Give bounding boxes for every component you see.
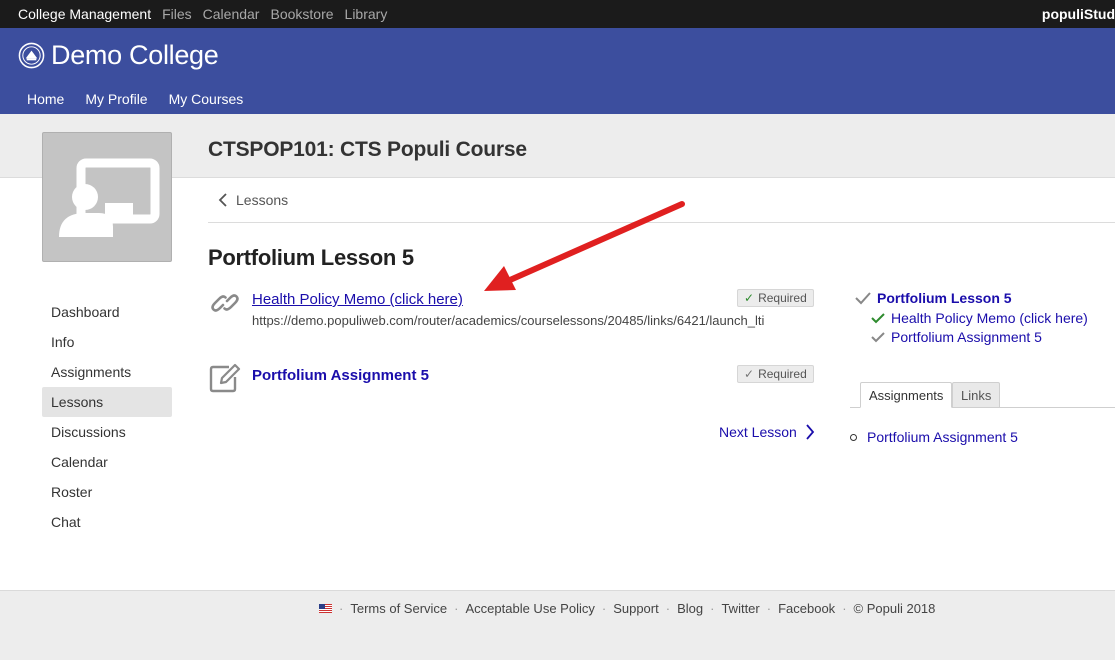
health-policy-memo-link[interactable]: Health Policy Memo (click here): [252, 291, 463, 308]
required-badge: ✓ Required: [737, 289, 814, 307]
brand-header: Demo College Home My Profile My Courses: [0, 28, 1115, 114]
tab-assignments[interactable]: Assignments: [860, 382, 953, 408]
portfolium-assignment-link[interactable]: Portfolium Assignment 5: [252, 367, 429, 384]
check-icon: ✓: [744, 291, 755, 305]
course-title: CTSPOP101: CTS Populi Course: [208, 138, 527, 161]
progress-item-link[interactable]: Portfolium Assignment 5: [891, 329, 1042, 345]
top-nav-calendar[interactable]: Calendar: [203, 6, 260, 22]
separator: ·: [766, 601, 772, 616]
footer-blog[interactable]: Blog: [677, 601, 703, 616]
nav-my-courses[interactable]: My Courses: [169, 91, 244, 107]
required-badge: ✓ Required: [737, 365, 814, 383]
separator: ·: [665, 601, 671, 616]
top-nav: College Management Files Calendar Bookst…: [18, 6, 387, 22]
footer-copyright: © Populi 2018: [853, 601, 936, 616]
resource-tabs: Assignments Links: [850, 382, 1115, 408]
sidebar-item-lessons[interactable]: Lessons: [42, 387, 172, 417]
footer-support[interactable]: Support: [613, 601, 659, 616]
college-name[interactable]: Demo College: [51, 40, 219, 71]
top-nav-library[interactable]: Library: [345, 6, 388, 22]
bullet: [850, 433, 857, 441]
user-menu[interactable]: populiStud: [1042, 6, 1115, 22]
required-label: Required: [758, 291, 807, 305]
footer-twitter[interactable]: Twitter: [721, 601, 759, 616]
lesson-title: Portfolium Lesson 5: [208, 245, 414, 270]
sidebar-item-dashboard[interactable]: Dashboard: [42, 297, 172, 327]
progress-lesson-link[interactable]: Portfolium Lesson 5: [877, 290, 1012, 306]
required-label: Required: [758, 367, 807, 381]
check-icon: ✓: [744, 367, 755, 381]
course-sidebar: Dashboard Info Assignments Lessons Discu…: [42, 297, 172, 537]
sidebar-item-discussions[interactable]: Discussions: [42, 417, 172, 447]
top-nav-files[interactable]: Files: [162, 6, 192, 22]
link-icon: [211, 294, 239, 312]
lti-launch-url: https://demo.populiweb.com/router/academ…: [252, 313, 765, 328]
check-icon: [855, 292, 871, 305]
progress-item: Portfolium Assignment 5: [871, 329, 1042, 345]
separator: ·: [710, 601, 715, 616]
separator: ·: [454, 601, 459, 616]
nav-home[interactable]: Home: [27, 91, 64, 107]
separator: ·: [339, 601, 344, 616]
separator: ·: [601, 601, 607, 616]
chevron-left-icon: [218, 193, 227, 207]
sidebar-item-chat[interactable]: Chat: [42, 507, 172, 537]
edit-icon: [209, 363, 241, 393]
progress-item: Health Policy Memo (click here): [871, 310, 1088, 326]
nav-my-profile[interactable]: My Profile: [85, 91, 147, 107]
sidebar-item-calendar[interactable]: Calendar: [42, 447, 172, 477]
separator: ·: [842, 601, 847, 616]
check-icon: [871, 313, 885, 324]
progress-lesson: Portfolium Lesson 5: [855, 290, 1012, 306]
chevron-right-icon: [806, 424, 815, 440]
next-lesson-label: Next Lesson: [719, 424, 797, 440]
assignment-list-link[interactable]: Portfolium Assignment 5: [867, 429, 1018, 445]
list-item: Portfolium Assignment 5: [850, 429, 1018, 445]
back-label: Lessons: [236, 192, 289, 208]
college-seal-icon: [18, 42, 45, 69]
annotation-arrow: [484, 201, 685, 291]
us-flag-icon[interactable]: [319, 604, 332, 613]
footer-facebook[interactable]: Facebook: [778, 601, 835, 616]
footer-acceptable-use[interactable]: Acceptable Use Policy: [466, 601, 595, 616]
sidebar-item-assignments[interactable]: Assignments: [42, 357, 172, 387]
main-nav: Home My Profile My Courses: [27, 91, 243, 107]
classroom-icon: [59, 158, 160, 237]
top-nav-college-management[interactable]: College Management: [18, 6, 151, 22]
footer-links: · Terms of Service · Acceptable Use Poli…: [319, 601, 935, 616]
sidebar-item-roster[interactable]: Roster: [42, 477, 172, 507]
sidebar-item-info[interactable]: Info: [42, 327, 172, 357]
top-bar: College Management Files Calendar Bookst…: [0, 0, 1115, 28]
tab-links[interactable]: Links: [952, 382, 1001, 408]
next-lesson-link[interactable]: Next Lesson: [719, 424, 815, 440]
course-image: [42, 132, 172, 262]
top-nav-bookstore[interactable]: Bookstore: [270, 6, 333, 22]
check-icon: [871, 332, 885, 343]
progress-item-link[interactable]: Health Policy Memo (click here): [891, 310, 1088, 326]
back-to-lessons-link[interactable]: Lessons: [218, 192, 288, 208]
footer-terms[interactable]: Terms of Service: [350, 601, 447, 616]
footer: · Terms of Service · Acceptable Use Poli…: [0, 590, 1115, 660]
